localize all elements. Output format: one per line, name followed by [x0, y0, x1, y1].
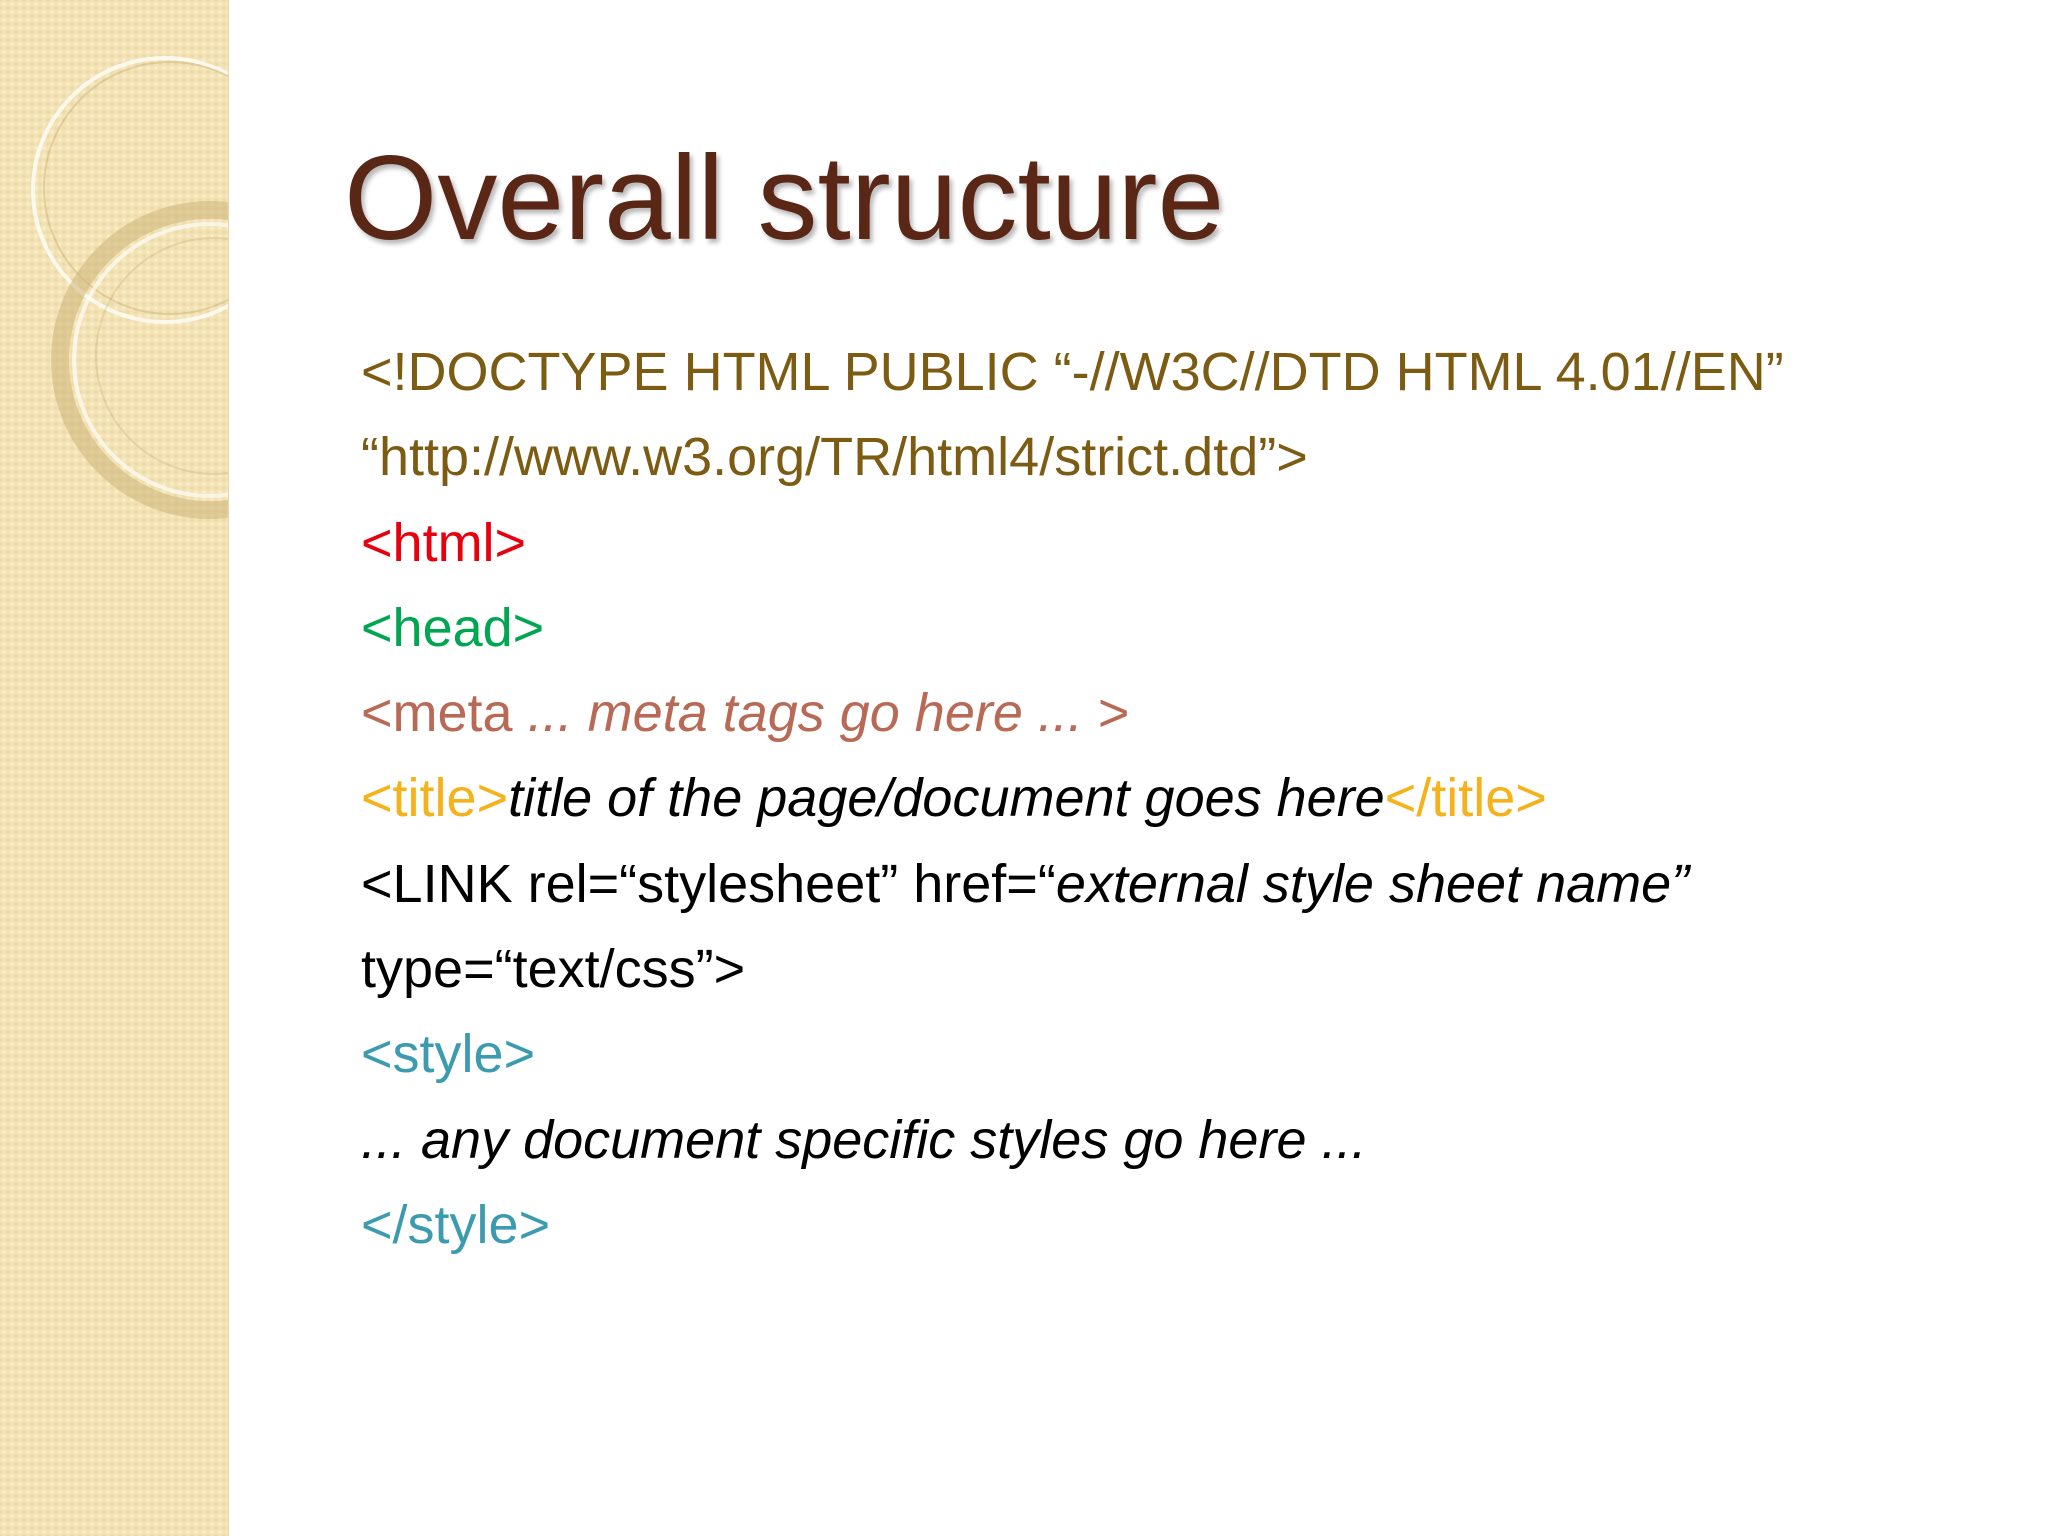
style-close-tag: </style> — [361, 1194, 551, 1255]
title-description: title of the page/document goes here — [508, 768, 1385, 829]
meta-description: ... meta tags go here ... — [512, 683, 1098, 744]
meta-line: <meta ... meta tags go here ... > — [361, 671, 2001, 756]
code-example: <!DOCTYPE HTML PUBLIC “-//W3C//DTD HTML … — [361, 330, 2001, 1268]
head-open-tag: <head> — [361, 597, 545, 658]
title-open-tag: <title> — [361, 768, 509, 829]
slide: Overall structure <!DOCTYPE HTML PUBLIC … — [0, 0, 2048, 1536]
dtd-url-line: “http://www.w3.org/TR/html4/strict.dtd”> — [361, 427, 1308, 488]
style-description: ... any document specific styles go here… — [361, 1109, 1367, 1170]
link-stylesheet-name: external style sheet name” — [1055, 853, 1690, 914]
doctype-line: <!DOCTYPE HTML PUBLIC “-//W3C//DTD HTML … — [361, 342, 1784, 402]
meta-tag-close: > — [1097, 683, 1130, 744]
meta-tag-open: <meta — [361, 683, 513, 744]
style-open-tag: <style> — [361, 1024, 536, 1085]
title-line: <title>title of the page/document goes h… — [361, 756, 2001, 841]
link-line: <LINK rel=“stylesheet” href=“external st… — [361, 842, 2001, 927]
decorative-side-panel — [0, 0, 229, 1536]
link-tag-start: <LINK rel=“stylesheet” href=“ — [361, 853, 1056, 914]
html-open-tag: <html> — [361, 512, 527, 573]
title-close-tag: </title> — [1384, 768, 1547, 829]
slide-title: Overall structure — [344, 131, 1225, 265]
decorative-rings — [31, 56, 228, 519]
link-type-line: type=“text/css”> — [361, 939, 746, 1000]
